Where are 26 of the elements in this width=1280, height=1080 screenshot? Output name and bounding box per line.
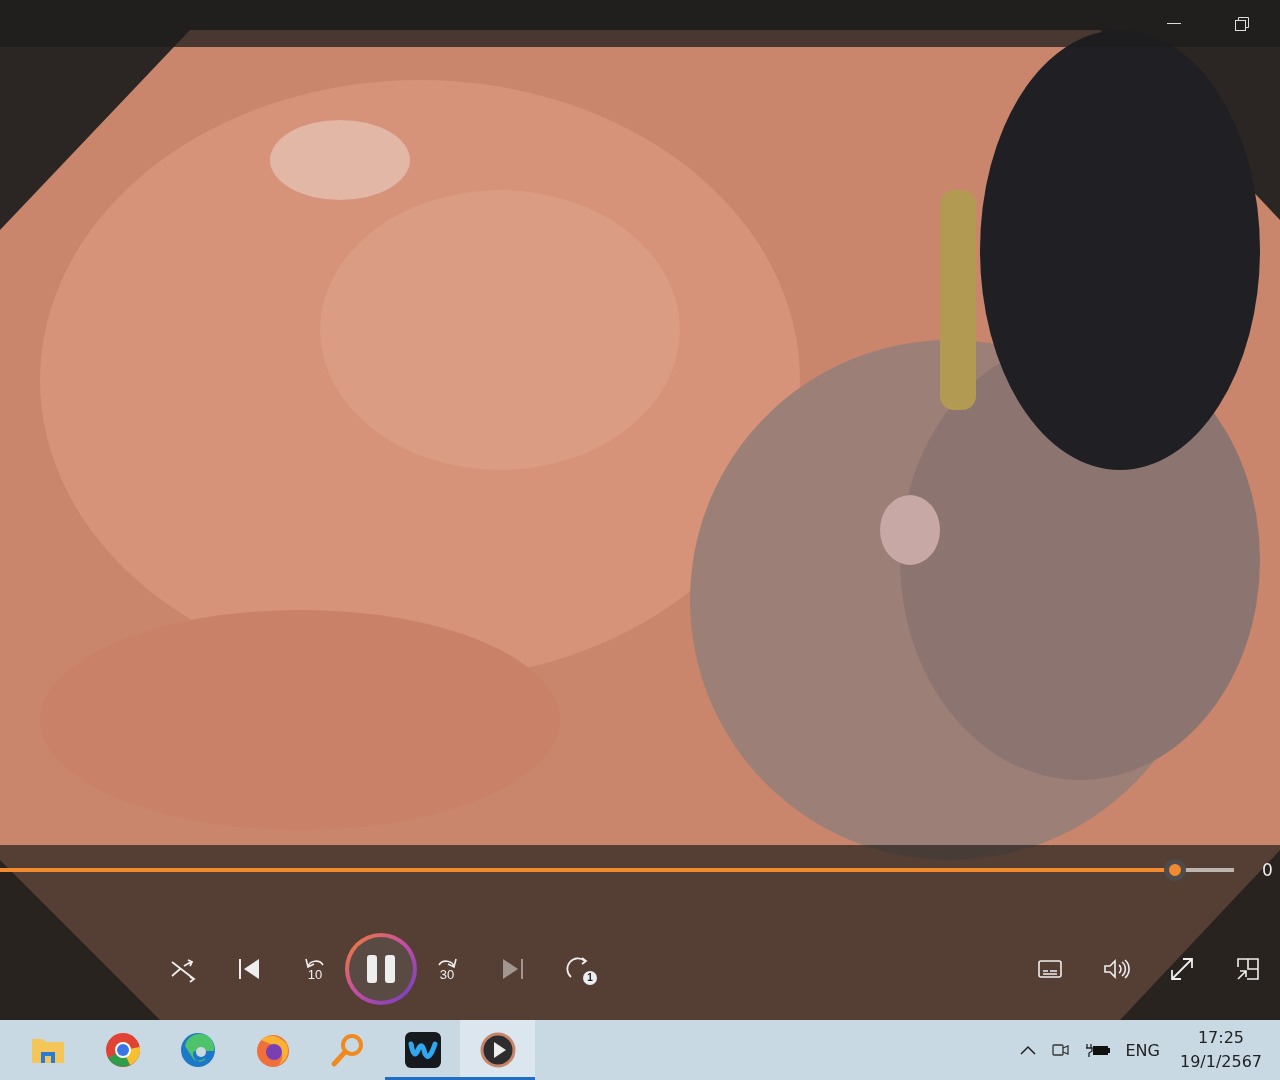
time-label: 0 — [1262, 860, 1273, 880]
volume-icon — [1102, 957, 1130, 981]
rewind-arrow-icon — [304, 956, 326, 968]
taskbar-app-button[interactable] — [460, 1020, 535, 1080]
language-indicator[interactable]: ENG — [1125, 1040, 1160, 1060]
ring-logo-icon — [104, 1032, 141, 1068]
mini-player-icon — [1235, 956, 1261, 982]
chevron-up-icon[interactable] — [1019, 1044, 1038, 1056]
play-icon — [479, 1032, 516, 1068]
repeat-button[interactable]: 1 — [559, 949, 599, 989]
magnifier-icon — [329, 1032, 366, 1068]
captions-icon — [1037, 958, 1063, 980]
forward-arrow-icon — [436, 956, 458, 968]
seek-thumb[interactable] — [1163, 859, 1186, 881]
restore-icon — [1234, 15, 1250, 32]
flame-logo-icon — [254, 1032, 291, 1068]
skip-forward-button[interactable]: 30 — [427, 949, 467, 989]
minimize-icon — [1167, 23, 1181, 24]
clock[interactable]: 17:25 19/1/2567 — [1179, 1026, 1262, 1074]
repeat-count-badge: 1 — [583, 971, 597, 985]
skip-back-button[interactable]: 10 — [295, 949, 335, 989]
swirl-logo-icon — [179, 1032, 216, 1068]
pause-icon — [364, 953, 398, 985]
battery-icon[interactable] — [1085, 1042, 1112, 1058]
wave-logo-icon — [404, 1032, 441, 1068]
expand-icon — [1169, 956, 1195, 982]
